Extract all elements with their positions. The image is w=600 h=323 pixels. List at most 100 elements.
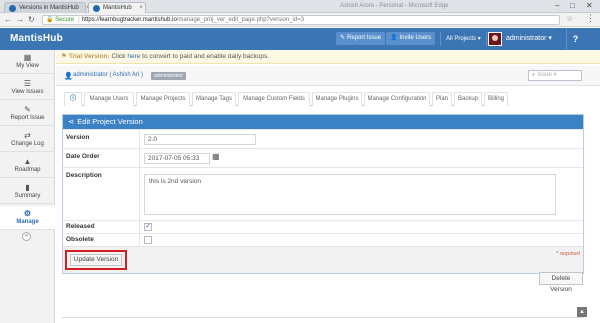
reload-icon[interactable]: ↻: [28, 14, 35, 26]
tab-manage-configuration[interactable]: Manage Configuration: [364, 92, 430, 106]
tab-backup[interactable]: Backup: [454, 92, 482, 106]
forward-icon[interactable]: →: [16, 14, 24, 26]
delete-version-button[interactable]: Delete Version: [539, 272, 583, 293]
user-menu-label: administrator ▾: [506, 28, 552, 50]
trial-upgrade-link[interactable]: here: [127, 53, 140, 60]
dashboard-icon: ▦: [23, 53, 32, 62]
obsolete-row: Obsolete: [63, 233, 583, 246]
trial-banner: ⚑ Trial Version: Click here to convert to…: [56, 50, 600, 64]
user-menu[interactable]: administrator ▾: [488, 28, 552, 50]
chevron-down-icon: ▾: [477, 36, 481, 42]
obsolete-cell: [139, 234, 583, 246]
sidebar-item-manage[interactable]: ⚙ Manage: [0, 206, 56, 230]
breadcrumb: 👤 administrator ( Ashish Ari ) administr…: [56, 66, 600, 86]
released-label: Released: [66, 223, 95, 230]
trial-message-post: to convert to paid and enable daily back…: [140, 53, 270, 60]
version-cell: 2.0: [139, 130, 583, 148]
close-window-icon[interactable]: ✕: [586, 1, 593, 11]
browser-tab-versions[interactable]: Versions in MantisHub ×: [4, 2, 90, 13]
role-badge: administrator: [151, 72, 186, 80]
update-button-highlight: Update Version: [65, 250, 127, 270]
tab-plan[interactable]: Plan: [432, 92, 452, 106]
url-host: https://learnbugtracker.mantishub.io: [81, 17, 177, 23]
report-issue-button[interactable]: ✎ Report Issue: [336, 32, 386, 45]
tab-manage-tags[interactable]: Manage Tags: [192, 92, 236, 106]
sidebar-item-report-issue[interactable]: ✎ Report Issue: [0, 102, 55, 126]
date-order-field[interactable]: 2017-07-05 05:33: [144, 153, 210, 164]
address-separator: |: [78, 17, 80, 23]
scroll-to-top-icon[interactable]: ▲: [577, 307, 587, 317]
flag-icon: ⚑: [61, 53, 67, 60]
version-field[interactable]: 2.0: [144, 134, 256, 145]
exchange-icon: ⇄: [24, 131, 31, 140]
calendar-icon[interactable]: ▦: [212, 152, 220, 161]
browser-tab-label: Versions in MantisHub: [19, 5, 79, 11]
chevron-down-icon: ▾: [548, 35, 552, 42]
panel-header: ⋖ Edit Project Version: [63, 115, 583, 129]
secure-label: Secure: [55, 17, 75, 23]
version-label: Version: [66, 134, 90, 141]
invite-users-button[interactable]: 👤 Invite Users: [386, 32, 436, 45]
tab-manage-projects[interactable]: Manage Projects: [136, 92, 190, 106]
bookmark-star-icon[interactable]: ☆: [566, 14, 573, 23]
description-row: Description this is 2nd version: [63, 167, 583, 220]
sidebar-item-roadmap[interactable]: ▲ Roadmap: [0, 154, 55, 178]
tab-manage-users[interactable]: Manage Users: [84, 92, 134, 106]
tab-manage-custom-fields[interactable]: Manage Custom Fields: [238, 92, 310, 106]
share-icon: ⋖: [68, 117, 75, 126]
sidebar-item-label: Roadmap: [14, 167, 41, 173]
sidebar-item-label: My View: [16, 63, 39, 69]
sidebar-item-summary[interactable]: ▮ Summary: [0, 180, 55, 204]
tab-billing[interactable]: Billing: [484, 92, 508, 106]
edit-icon: ✎: [340, 35, 346, 41]
sidebar: ▦ My View ☰ View Issues ✎ Report Issue ⇄…: [0, 50, 56, 323]
collapse-sidebar-icon[interactable]: «: [22, 232, 31, 241]
username: administrator: [506, 35, 547, 42]
sidebar-item-my-view[interactable]: ▦ My View: [0, 50, 55, 74]
trial-label: Trial Version:: [68, 53, 110, 60]
tab-manage-plugins[interactable]: Manage Plugins: [312, 92, 362, 106]
browser-tab-mantishub[interactable]: MantisHub ×: [88, 2, 146, 13]
sidebar-item-change-log[interactable]: ⇄ Change Log: [0, 128, 55, 152]
minimize-icon[interactable]: –: [555, 1, 559, 11]
date-order-cell: 2017-07-05 05:33 ▦: [139, 149, 583, 167]
address-bar[interactable]: 🔒 Secure | https://learnbugtracker.mantish…: [42, 15, 560, 25]
issue-search-placeholder: Issue #: [537, 72, 557, 78]
project-selector[interactable]: All Projects ▾: [440, 32, 487, 46]
breadcrumb-user-link[interactable]: administrator ( Ashish Ari ): [73, 72, 143, 78]
sidebar-item-label: Change Log: [11, 141, 44, 147]
road-icon: ▲: [23, 157, 32, 166]
sidebar-item-view-issues[interactable]: ☰ View Issues: [0, 76, 55, 100]
version-row: Version 2.0: [63, 129, 583, 148]
edit-version-panel: ⋖ Edit Project Version Version 2.0 Date O…: [62, 114, 584, 274]
issue-search-input[interactable]: ⌕ Issue #: [528, 70, 582, 81]
window-title: Ashish Arora - Personal - Microsoft Edge: [340, 3, 449, 9]
form-footer: Update Version * required: [63, 246, 583, 273]
browser-menu-icon[interactable]: ⋮: [586, 13, 595, 24]
invite-users-label: Invite Users: [399, 35, 432, 41]
avatar: [488, 32, 502, 46]
tab-info[interactable]: ⓘ: [64, 92, 82, 106]
released-cell: ✓: [139, 221, 583, 233]
browser-toolbar: ← → ↻ 🔒 Secure | https://learnbugtracker.m…: [0, 13, 600, 27]
maximize-icon[interactable]: □: [570, 1, 575, 11]
update-version-button[interactable]: Update Version: [70, 254, 122, 266]
user-icon: 👤: [64, 73, 73, 80]
browser-tab-label: MantisHub: [103, 5, 132, 11]
description-textarea[interactable]: this is 2nd version: [144, 174, 556, 215]
released-row: Released ✓: [63, 220, 583, 233]
help-button[interactable]: ?: [566, 28, 584, 50]
obsolete-checkbox[interactable]: [144, 236, 152, 244]
app-navbar: MantisHub ✎ Report Issue 👤 Invite Users Al…: [0, 28, 600, 50]
bar-chart-icon: ▮: [25, 183, 30, 192]
manage-tabs: ⓘ Manage Users Manage Projects Manage Ta…: [64, 92, 508, 106]
close-tab-icon[interactable]: ×: [139, 5, 143, 11]
released-checkbox[interactable]: ✓: [144, 223, 152, 231]
brand-logo[interactable]: MantisHub: [10, 33, 63, 44]
page-title: Edit Project Version: [77, 117, 143, 126]
trial-message-pre: Click: [109, 53, 128, 60]
divider: [62, 317, 584, 318]
user-icon: 👤: [390, 35, 398, 41]
back-icon[interactable]: ←: [4, 14, 12, 26]
gears-icon: ⚙: [23, 209, 32, 218]
